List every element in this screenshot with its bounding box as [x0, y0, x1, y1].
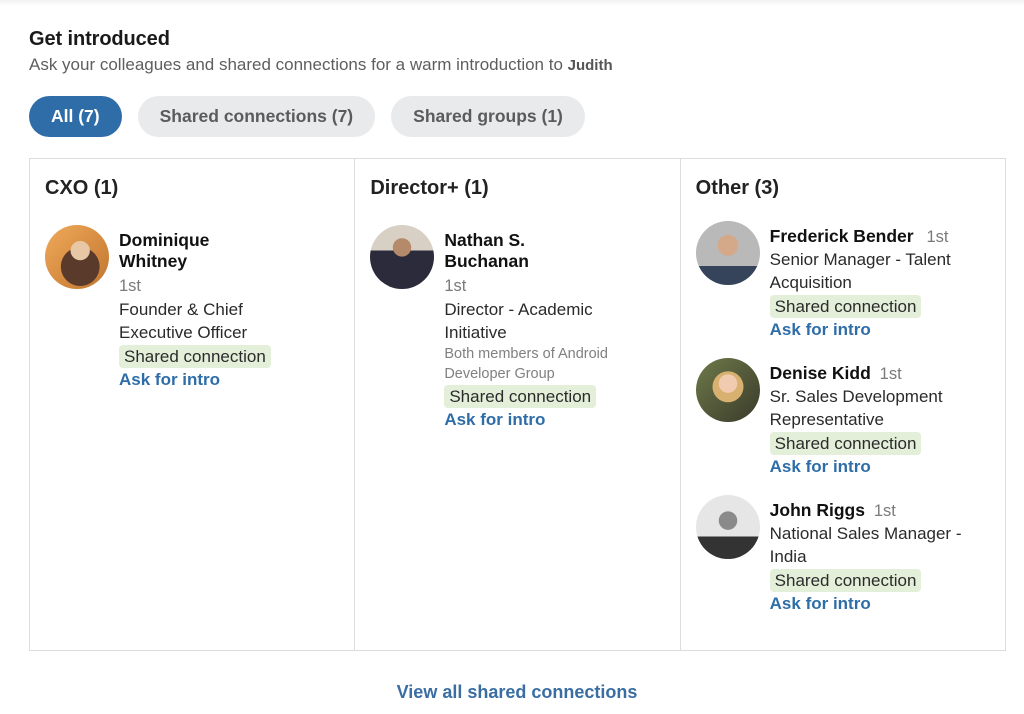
person-name[interactable]: Denise Kidd	[770, 363, 871, 383]
person-card: Dominique Whitney 1st Founder & Chief Ex…	[45, 225, 354, 391]
ask-for-intro-link[interactable]: Ask for intro	[770, 318, 985, 341]
column-title: CXO (1)	[45, 177, 119, 199]
person-name[interactable]: John Riggs	[770, 500, 865, 520]
person-name-row: John Riggs 1st	[770, 500, 995, 522]
avatar[interactable]	[45, 225, 109, 289]
person-card: Nathan S. Buchanan 1st Director - Academ…	[370, 225, 679, 431]
person-name[interactable]: Frederick Bender	[770, 226, 914, 246]
avatar[interactable]	[695, 221, 760, 285]
shared-connection-badge: Shared connection	[769, 569, 922, 592]
connections-grid: CXO (1) Dominique Whitney 1st Founder & …	[29, 158, 1006, 651]
person-card: Denise Kidd 1st Sr. Sales Development Re…	[695, 358, 1005, 478]
person-name-row: Denise Kidd 1st	[770, 363, 985, 385]
subtitle-text: Ask your colleagues and shared connectio…	[29, 55, 563, 74]
section-title: Get introduced	[29, 28, 170, 50]
view-all-shared-connections-link[interactable]: View all shared connections	[0, 682, 1024, 703]
target-name: Judith	[567, 57, 613, 74]
person-headline: Director - Academic Initiative	[444, 300, 593, 342]
shared-connection-badge: Shared connection	[119, 345, 271, 368]
ask-for-intro-link[interactable]: Ask for intro	[119, 368, 279, 391]
connection-degree: 1st	[926, 228, 949, 246]
person-name-row: Frederick Bender 1st	[770, 226, 985, 248]
avatar[interactable]	[370, 225, 435, 289]
ask-for-intro-link[interactable]: Ask for intro	[770, 592, 995, 615]
shared-connection-badge: Shared connection	[769, 295, 922, 318]
column-director: Director+ (1) Nathan S. Buchanan 1st Dir…	[355, 159, 681, 650]
column-title: Other (3)	[695, 177, 779, 199]
column-other: Other (3) Frederick Bender 1st Senior Ma…	[681, 159, 1005, 650]
person-headline: Senior Manager - Talent Acquisition	[769, 250, 951, 292]
person-card: John Riggs 1st National Sales Manager - …	[695, 495, 1005, 615]
filter-shared-groups[interactable]: Shared groups (1)	[391, 96, 585, 137]
connection-degree: 1st	[873, 502, 896, 520]
person-headline: National Sales Manager - India	[769, 524, 962, 566]
section-header: Get introduced Ask your colleagues and s…	[29, 28, 613, 75]
ask-for-intro-link[interactable]: Ask for intro	[444, 408, 644, 431]
filter-shared-connections[interactable]: Shared connections (7)	[137, 96, 376, 137]
section-subtitle: Ask your colleagues and shared connectio…	[29, 55, 613, 75]
person-name[interactable]: Dominique Whitney	[119, 230, 229, 272]
column-cxo: CXO (1) Dominique Whitney 1st Founder & …	[30, 159, 356, 650]
avatar[interactable]	[695, 358, 760, 422]
avatar[interactable]	[695, 495, 760, 559]
shared-group-note: Both members of Android Developer Group	[444, 346, 608, 382]
person-card: Frederick Bender 1st Senior Manager - Ta…	[695, 221, 1005, 341]
connection-degree: 1st	[444, 277, 467, 295]
person-headline: Sr. Sales Development Representative	[769, 387, 943, 429]
column-title: Director+ (1)	[370, 177, 489, 199]
connection-degree: 1st	[879, 365, 902, 383]
person-name[interactable]: Nathan S. Buchanan	[444, 230, 554, 272]
shared-connection-badge: Shared connection	[444, 385, 597, 408]
top-divider	[0, 0, 1024, 6]
filter-all[interactable]: All (7)	[29, 96, 122, 137]
person-headline: Founder & Chief Executive Officer	[119, 300, 248, 342]
connection-degree: 1st	[119, 277, 142, 295]
shared-connection-badge: Shared connection	[769, 432, 922, 455]
ask-for-intro-link[interactable]: Ask for intro	[770, 455, 985, 478]
filter-pills: All (7) Shared connections (7) Shared gr…	[29, 96, 585, 137]
